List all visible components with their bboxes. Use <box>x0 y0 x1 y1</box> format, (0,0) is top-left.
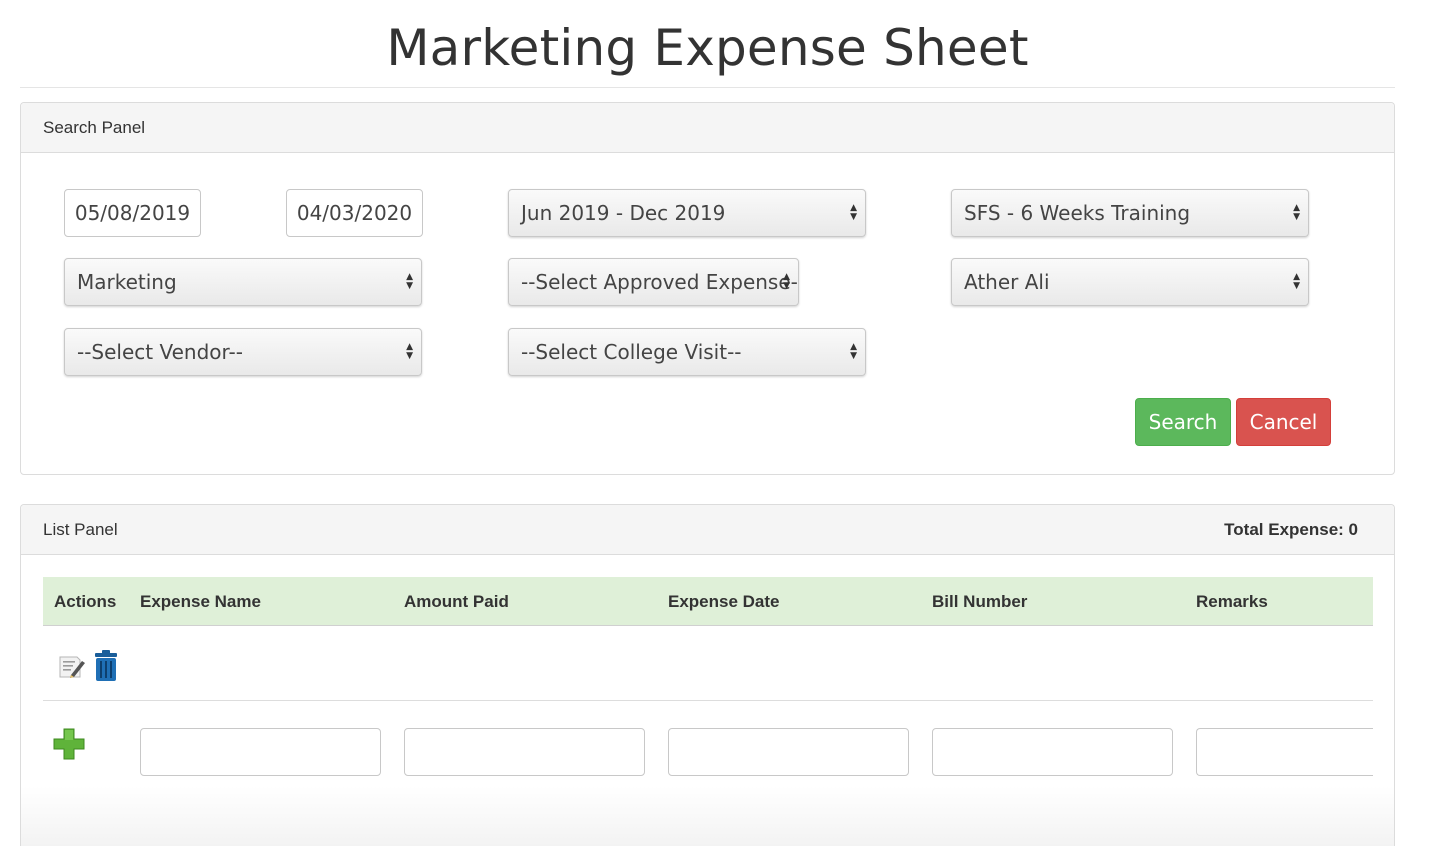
employee-select[interactable]: Ather Ali ▲ ▼ <box>951 258 1309 306</box>
page-title: Marketing Expense Sheet <box>386 19 1029 77</box>
table-header-row: Actions Expense Name Amount Paid Expense… <box>43 577 1373 626</box>
column-header-remarks: Remarks <box>1196 591 1268 611</box>
search-panel-heading: Search Panel <box>21 103 1394 153</box>
add-plus-icon[interactable] <box>53 728 85 765</box>
search-panel: Search Panel 05/08/2019 04/03/2020 Jun 2… <box>20 102 1395 475</box>
select-arrows-icon: ▲ ▼ <box>406 342 413 361</box>
select-arrows-icon: ▲ ▼ <box>1293 272 1300 291</box>
college-visit-select[interactable]: --Select College Visit-- ▲ ▼ <box>508 328 866 376</box>
select-arrows-icon: ▲ ▼ <box>783 272 790 291</box>
from-date-input[interactable]: 05/08/2019 <box>64 189 201 237</box>
list-panel: List Panel Total Expense: 0 Actions Expe… <box>20 504 1395 846</box>
remarks-input[interactable] <box>1196 728 1373 776</box>
select-arrows-icon: ▲ ▼ <box>406 272 413 291</box>
to-date-input[interactable]: 04/03/2020 <box>286 189 423 237</box>
amount-paid-input[interactable] <box>404 728 645 776</box>
bill-number-input[interactable] <box>932 728 1173 776</box>
select-arrows-icon: ▲ ▼ <box>1293 203 1300 222</box>
column-header-actions: Actions <box>54 591 117 611</box>
approved-expense-select[interactable]: --Select Approved Expense-- ▲ ▼ <box>508 258 799 306</box>
column-header-amount-paid: Amount Paid <box>404 591 509 611</box>
column-header-bill-number: Bill Number <box>932 591 1028 611</box>
training-select-value: SFS - 6 Weeks Training <box>964 201 1191 225</box>
select-arrows-icon: ▲ ▼ <box>850 203 857 222</box>
period-select[interactable]: Jun 2019 - Dec 2019 ▲ ▼ <box>508 189 866 237</box>
approved-expense-select-value: --Select Approved Expense-- <box>521 270 799 294</box>
edit-icon[interactable] <box>57 651 87 686</box>
row-divider <box>43 700 1373 701</box>
bottom-shadow <box>21 786 1394 846</box>
list-panel-title: List Panel <box>43 519 118 539</box>
column-header-expense-date: Expense Date <box>668 591 780 611</box>
select-arrows-icon: ▲ ▼ <box>850 342 857 361</box>
expense-date-input[interactable] <box>668 728 909 776</box>
department-select-value: Marketing <box>77 270 177 294</box>
total-expense: Total Expense: 0 <box>1224 519 1358 539</box>
vendor-select[interactable]: --Select Vendor-- ▲ ▼ <box>64 328 422 376</box>
vendor-select-value: --Select Vendor-- <box>77 340 243 364</box>
employee-select-value: Ather Ali <box>964 270 1050 294</box>
delete-icon[interactable] <box>93 650 119 687</box>
expense-name-input[interactable] <box>140 728 381 776</box>
search-button[interactable]: Search <box>1135 398 1231 446</box>
search-panel-title: Search Panel <box>43 117 146 137</box>
title-divider <box>20 87 1395 88</box>
column-header-expense-name: Expense Name <box>140 591 261 611</box>
cancel-button[interactable]: Cancel <box>1236 398 1331 446</box>
department-select[interactable]: Marketing ▲ ▼ <box>64 258 422 306</box>
college-visit-select-value: --Select College Visit-- <box>521 340 742 364</box>
training-select[interactable]: SFS - 6 Weeks Training ▲ ▼ <box>951 189 1309 237</box>
list-panel-heading: List Panel Total Expense: 0 <box>21 505 1394 555</box>
period-select-value: Jun 2019 - Dec 2019 <box>521 201 726 225</box>
